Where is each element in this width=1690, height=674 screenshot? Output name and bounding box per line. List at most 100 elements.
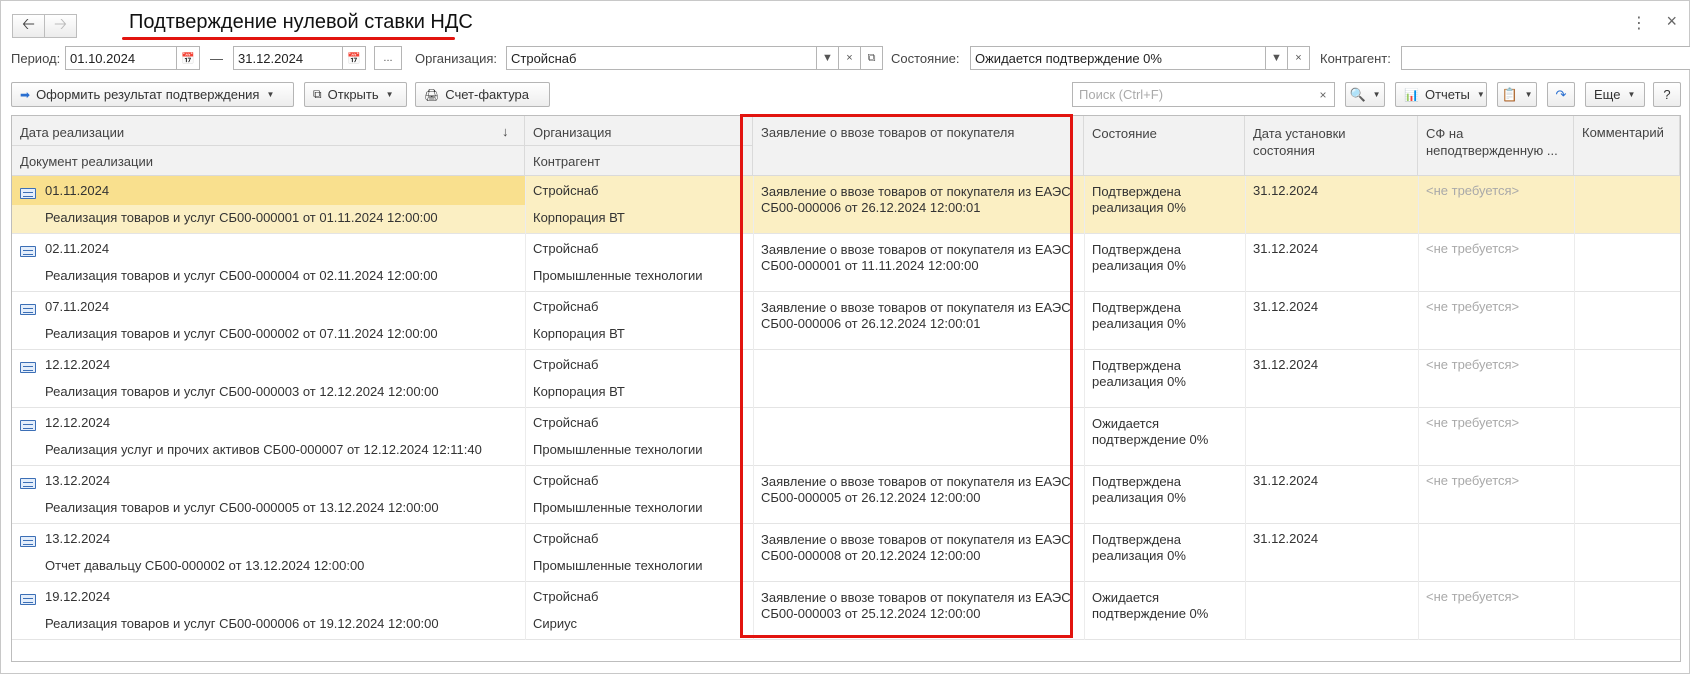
more-vertical-icon[interactable]: ⋮	[1631, 13, 1647, 33]
header-divider	[12, 145, 753, 146]
table-row[interactable]: 12.12.2024 Реализация товаров и услуг СБ0…	[12, 350, 1680, 408]
close-icon[interactable]: ×	[1666, 11, 1677, 32]
state-date: 31.12.2024	[1253, 241, 1319, 256]
sale-document[interactable]: Реализация товаров и услуг СБ00-000003 о…	[45, 384, 439, 400]
report-icon: 📊	[1404, 87, 1419, 102]
header-org[interactable]: Организация	[525, 116, 753, 145]
state: Подтверждена реализация 0%	[1092, 532, 1186, 563]
org-dropdown-button[interactable]: ▼	[817, 46, 839, 70]
invoice-button[interactable]: 🖨 Счет-фактура	[415, 82, 550, 107]
header-sale-doc[interactable]: Документ реализации	[12, 145, 525, 175]
header-state-date[interactable]: Дата установки состояния	[1245, 116, 1418, 175]
counterparty: Корпорация ВТ	[533, 384, 625, 399]
forward-button[interactable]: 🡢	[44, 14, 77, 38]
state-date: 31.12.2024	[1253, 473, 1319, 488]
search-input[interactable]: Поиск (Ctrl+F)	[1072, 82, 1335, 107]
clipboard-icon: 📋	[1501, 86, 1518, 102]
import-statement[interactable]: Заявление о ввозе товаров от покупателя …	[761, 300, 1079, 332]
calendar-from-button[interactable]: 📅	[177, 46, 200, 70]
arrow-left-icon: 🡠	[22, 15, 35, 33]
date-from-field[interactable]: 01.10.2024	[65, 46, 177, 70]
header-comment[interactable]: Комментарий	[1574, 116, 1680, 175]
table-row[interactable]: 19.12.2024 Реализация товаров и услуг СБ0…	[12, 582, 1680, 640]
state-field[interactable]: Ожидается подтверждение 0%	[970, 46, 1266, 70]
sales-table[interactable]: Дата реализации ↓ Документ реализации Ор…	[11, 115, 1681, 662]
period-select-button[interactable]: ...	[374, 46, 402, 70]
table-row[interactable]: 12.12.2024 Реализация услуг и прочих акти…	[12, 408, 1680, 466]
import-statement[interactable]: Заявление о ввозе товаров от покупателя …	[761, 532, 1079, 564]
sale-document[interactable]: Реализация товаров и услуг СБ00-000002 о…	[45, 326, 438, 342]
sale-date: 13.12.2024	[45, 473, 111, 488]
printer-icon: 🖨	[424, 87, 440, 102]
sale-document[interactable]: Реализация товаров и услуг СБ00-000006 о…	[45, 616, 439, 632]
state-date: 31.12.2024	[1253, 299, 1319, 314]
state: Подтверждена реализация 0%	[1092, 300, 1186, 331]
form-window: 🡠 🡢 Подтверждение нулевой ставки НДС ⋮ ×…	[0, 0, 1690, 674]
document-icon	[20, 420, 36, 431]
sale-date: 02.11.2024	[45, 241, 110, 256]
attachments-button[interactable]: 📋 ▼	[1497, 82, 1537, 107]
state-dropdown-button[interactable]: ▼	[1266, 46, 1288, 70]
org-label: Организация:	[415, 51, 498, 66]
header-statement[interactable]: Заявление о ввозе товаров от покупателя	[753, 116, 1084, 175]
counterparty: Промышленные технологии	[533, 558, 703, 573]
org-field[interactable]: Стройснаб	[506, 46, 817, 70]
sale-document[interactable]: Реализация товаров и услуг СБ00-000001 о…	[45, 210, 438, 226]
chevron-down-icon: ▼	[385, 90, 394, 99]
invoice-status: <не требуется>	[1426, 183, 1520, 198]
help-button[interactable]: ?	[1653, 82, 1681, 107]
page-title: Подтверждение нулевой ставки НДС	[129, 11, 473, 33]
state: Подтверждена реализация 0%	[1092, 242, 1186, 273]
counterparty: Корпорация ВТ	[533, 326, 625, 341]
sale-document[interactable]: Отчет давальцу СБ00-000002 от 13.12.2024…	[45, 558, 364, 574]
counterparty-field[interactable]	[1401, 46, 1690, 70]
invoice-status: <не требуется>	[1426, 299, 1520, 314]
header-state[interactable]: Состояние	[1084, 116, 1245, 175]
header-invoice[interactable]: СФ на неподтвержденную ...	[1418, 116, 1574, 175]
invoice-button-label: Счет-фактура	[445, 87, 530, 102]
calendar-to-button[interactable]: 📅	[343, 46, 366, 70]
back-button[interactable]: 🡠	[12, 14, 45, 38]
reports-button-label: Отчеты	[1424, 87, 1470, 102]
import-statement[interactable]: Заявление о ввозе товаров от покупателя …	[761, 184, 1079, 216]
table-row[interactable]: 13.12.2024 Реализация товаров и услуг СБ0…	[12, 466, 1680, 524]
state: Подтверждена реализация 0%	[1092, 184, 1186, 215]
export-button[interactable]: ↷	[1547, 82, 1575, 107]
org-clear-button[interactable]: ×	[839, 46, 861, 70]
import-statement[interactable]: Заявление о ввозе товаров от покупателя …	[761, 590, 1079, 622]
result-button[interactable]: ➡ Оформить результат подтверждения ▼	[11, 82, 294, 107]
table-row[interactable]: 07.11.2024 Реализация товаров и услуг СБ0…	[12, 292, 1680, 350]
header-counterparty[interactable]: Контрагент	[525, 145, 753, 175]
table-row[interactable]: 02.11.2024 Реализация товаров и услуг СБ0…	[12, 234, 1680, 292]
search-button[interactable]: 🔍 ▼	[1345, 82, 1385, 107]
organization: Стройснаб	[533, 531, 599, 546]
state-clear-button[interactable]: ×	[1288, 46, 1310, 70]
more-button-label: Еще	[1594, 87, 1621, 102]
invoice-status: <не требуется>	[1426, 241, 1520, 256]
import-statement[interactable]: Заявление о ввозе товаров от покупателя …	[761, 242, 1079, 274]
org-open-button[interactable]: ⧉	[861, 46, 883, 70]
period-label: Период:	[11, 51, 61, 66]
sale-document[interactable]: Реализация товаров и услуг СБ00-000004 о…	[45, 268, 438, 284]
table-row[interactable]: 13.12.2024 Отчет давальцу СБ00-000002 от …	[12, 524, 1680, 582]
import-statement[interactable]: Заявление о ввозе товаров от покупателя …	[761, 474, 1079, 506]
counterparty: Промышленные технологии	[533, 442, 703, 457]
header-sale-date[interactable]: Дата реализации	[12, 116, 525, 145]
organization: Стройснаб	[533, 473, 599, 488]
chevron-down-icon: ▼	[822, 52, 833, 64]
period-dash: —	[210, 51, 223, 66]
sale-document[interactable]: Реализация товаров и услуг СБ00-000005 о…	[45, 500, 439, 516]
organization: Стройснаб	[533, 589, 599, 604]
state: Подтверждена реализация 0%	[1092, 358, 1186, 389]
open-button[interactable]: ⧉ Открыть ▼	[304, 82, 407, 107]
table-row[interactable]: 01.11.2024 Реализация товаров и услуг СБ0…	[12, 176, 1680, 234]
sale-document[interactable]: Реализация услуг и прочих активов СБ00-0…	[45, 442, 482, 458]
search-clear-icon[interactable]: ×	[1311, 82, 1335, 107]
result-button-label: Оформить результат подтверждения	[36, 87, 260, 102]
counterparty: Промышленные технологии	[533, 500, 703, 515]
reports-button[interactable]: 📊 Отчеты ▼	[1395, 82, 1487, 107]
more-button[interactable]: Еще ▼	[1585, 82, 1645, 107]
date-to-field[interactable]: 31.12.2024	[233, 46, 343, 70]
chevron-down-icon: ▼	[266, 90, 275, 99]
open-window-icon: ⧉	[313, 87, 322, 101]
